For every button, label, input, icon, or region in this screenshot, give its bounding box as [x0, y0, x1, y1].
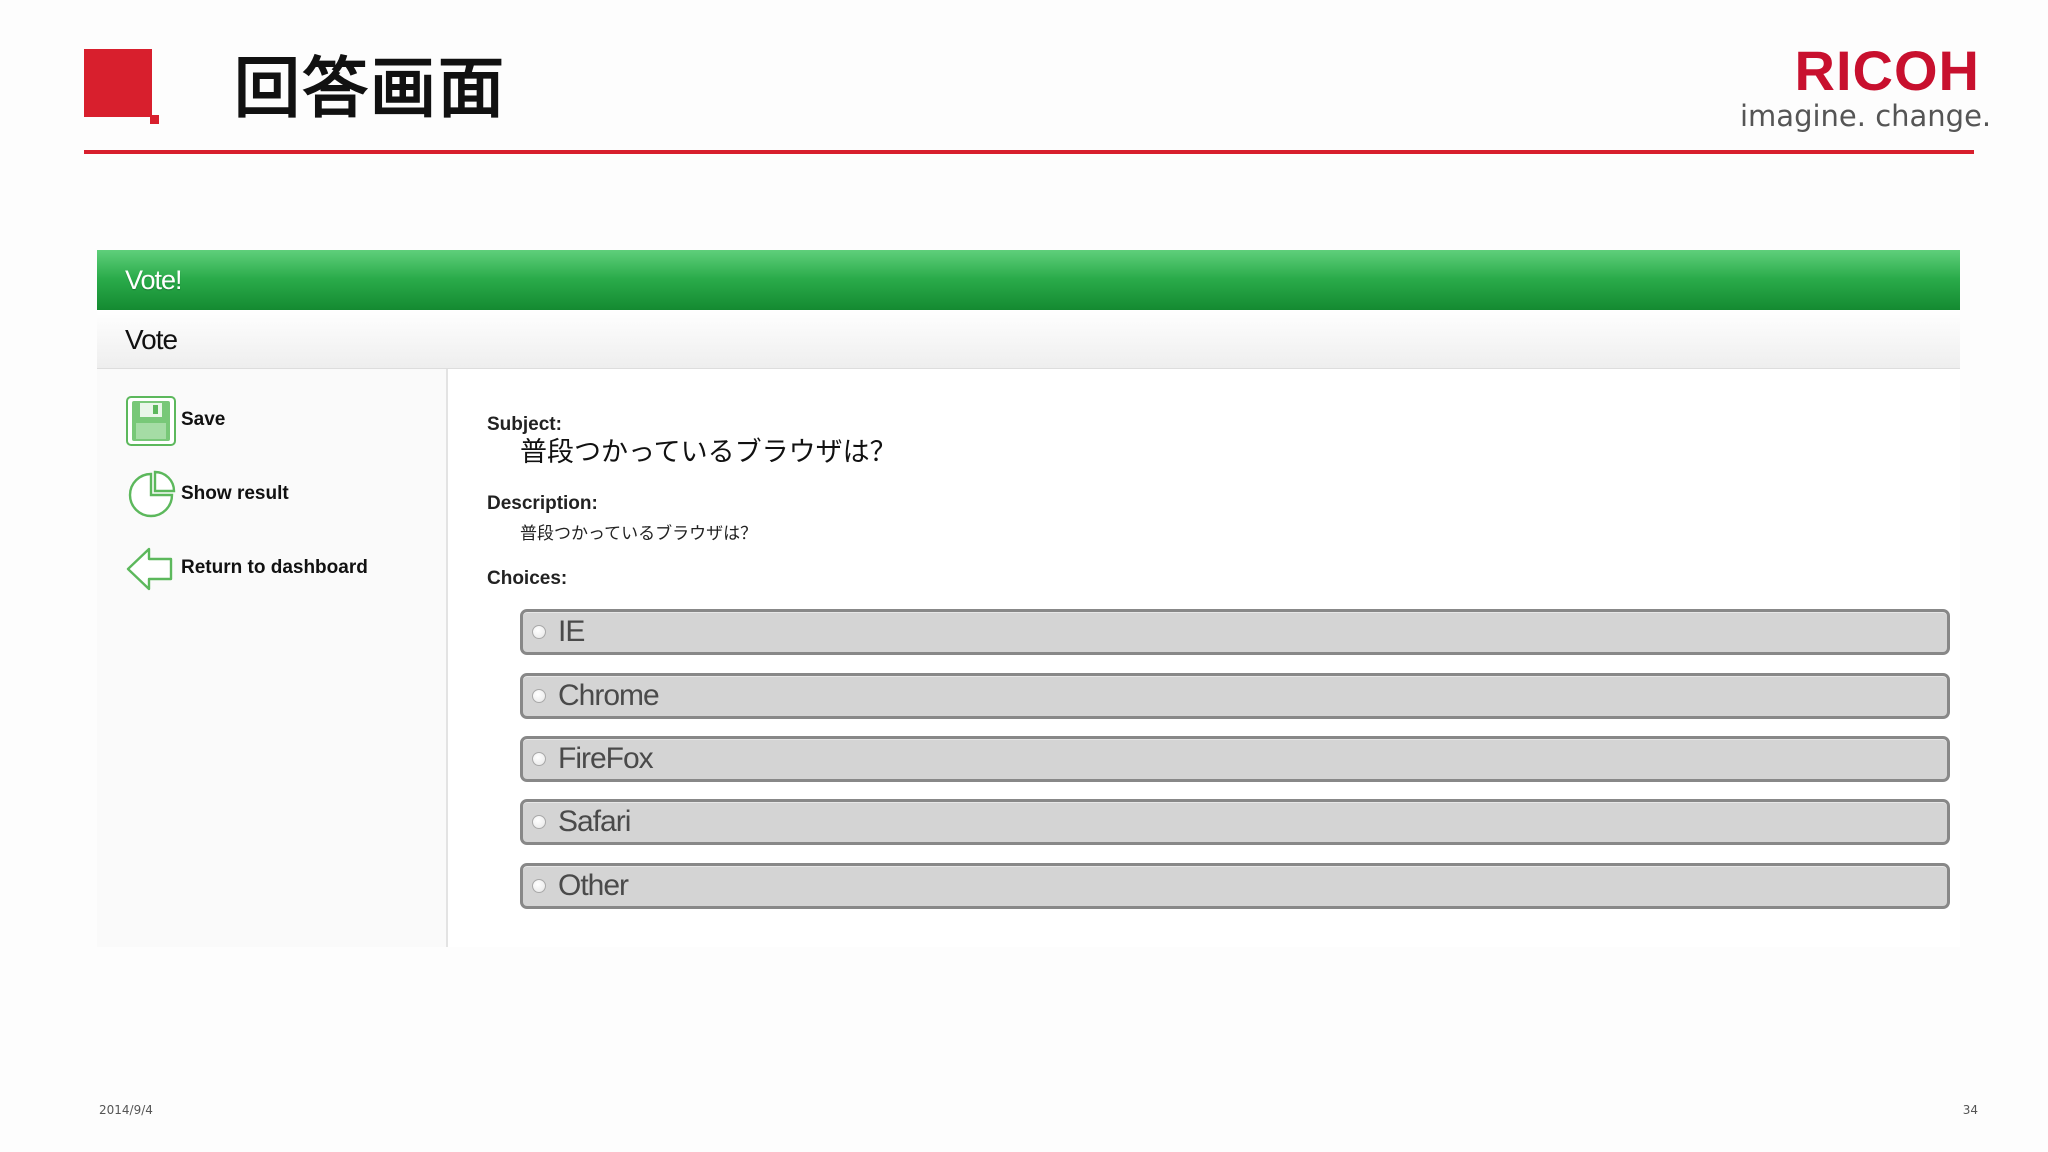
choice-option[interactable]: Safari	[520, 799, 1950, 845]
page-heading: Vote	[125, 324, 178, 355]
slide-title: 回答画面	[234, 50, 506, 127]
subject-value: 普段つかっているブラウザは？	[520, 437, 897, 468]
radio-button[interactable]	[532, 815, 546, 829]
return-to-dashboard-label: Return to dashboard	[181, 557, 368, 578]
brand-square-notch	[150, 115, 159, 124]
radio-button[interactable]	[532, 689, 546, 703]
choice-option[interactable]: Other	[520, 863, 1950, 909]
header-divider	[84, 150, 1974, 154]
brand-name: RICOH	[1794, 39, 1980, 102]
app-subheader: Vote	[97, 310, 1960, 369]
choice-label: Chrome	[558, 679, 660, 712]
choice-label: Safari	[558, 805, 631, 838]
app-titlebar: Vote!	[97, 250, 1960, 310]
choice-label: IE	[558, 615, 585, 648]
save-label: Save	[181, 409, 226, 430]
save-button[interactable]: Save	[125, 395, 425, 447]
save-icon	[126, 396, 176, 446]
pie-chart-icon	[128, 470, 176, 518]
description-value: 普段つかっているブラウザは？	[520, 524, 758, 544]
subject-label: Subject:	[487, 414, 562, 435]
return-to-dashboard-button[interactable]: Return to dashboard	[125, 543, 425, 595]
footer-date: 2014/9/4	[99, 1103, 153, 1117]
choice-label: FireFox	[558, 742, 654, 775]
brand-square-icon	[84, 49, 152, 117]
choice-option[interactable]: IE	[520, 609, 1950, 655]
choice-label: Other	[558, 869, 629, 902]
choice-option[interactable]: FireFox	[520, 736, 1950, 782]
choices-label: Choices:	[487, 568, 568, 589]
radio-button[interactable]	[532, 879, 546, 893]
description-label: Description:	[487, 493, 598, 514]
vote-app-window: Vote! Vote Save Show result Return to da…	[97, 250, 1960, 947]
back-arrow-icon	[126, 547, 173, 591]
app-title: Vote!	[125, 265, 183, 295]
sidebar: Save Show result Return to dashboard	[97, 369, 448, 947]
choice-option[interactable]: Chrome	[520, 673, 1950, 719]
radio-button[interactable]	[532, 625, 546, 639]
vote-form: Subject: 普段つかっているブラウザは？ Description: 普段つ…	[448, 369, 1960, 947]
radio-button[interactable]	[532, 752, 546, 766]
brand-tagline: imagine. change.	[1740, 99, 1992, 133]
page-number: 34	[1962, 1103, 1978, 1117]
ricoh-logo: RICOH imagine. change.	[1740, 39, 1992, 138]
show-result-label: Show result	[181, 483, 289, 504]
show-result-button[interactable]: Show result	[125, 469, 425, 521]
